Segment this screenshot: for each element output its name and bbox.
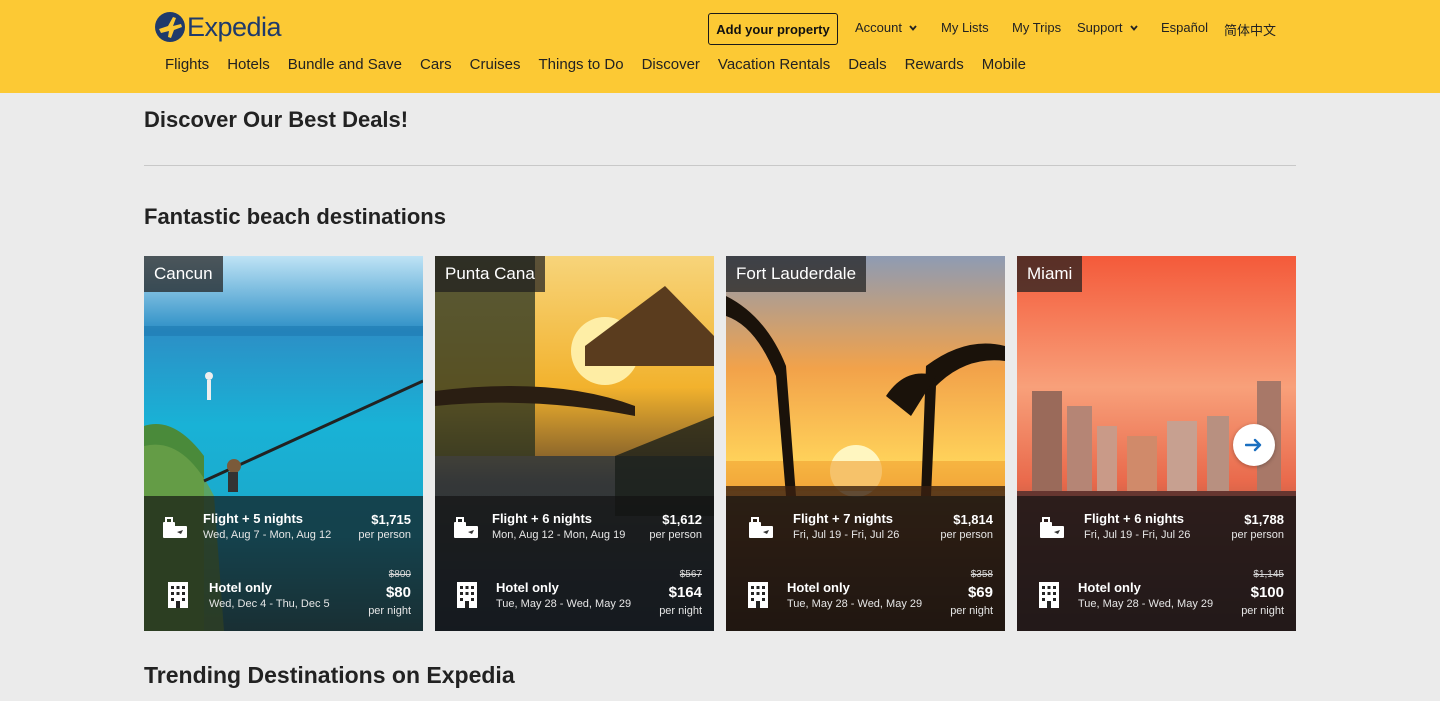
chinese-link[interactable]: 简体中文 bbox=[1224, 20, 1276, 39]
nav-hotels[interactable]: Hotels bbox=[227, 56, 270, 73]
plane-logo-icon bbox=[155, 12, 185, 42]
building-icon bbox=[1039, 582, 1059, 608]
package-price-unit: per person bbox=[358, 529, 411, 541]
nav-cars[interactable]: Cars bbox=[420, 56, 452, 73]
arrow-right-icon bbox=[1245, 438, 1262, 452]
nav-flights[interactable]: Flights bbox=[165, 56, 209, 73]
best-deals-heading: Discover Our Best Deals! bbox=[144, 107, 409, 132]
destination-card-punta-cana[interactable]: Punta Cana Flight + 6 nights Mon, Aug 12… bbox=[435, 256, 714, 631]
luggage-plane-icon bbox=[1040, 517, 1064, 538]
espanol-link[interactable]: Español bbox=[1161, 20, 1208, 35]
city-label: Cancun bbox=[144, 256, 223, 292]
account-label: Account bbox=[855, 20, 902, 35]
deal-overlay: Flight + 6 nights Fri, Jul 19 - Fri, Jul… bbox=[1017, 496, 1296, 631]
hotel-title: Hotel only bbox=[209, 580, 272, 595]
package-dates: Fri, Jul 19 - Fri, Jul 26 bbox=[1084, 529, 1191, 541]
city-label: Fort Lauderdale bbox=[726, 256, 867, 292]
package-title: Flight + 5 nights bbox=[203, 511, 304, 526]
hotel-price-unit: per night bbox=[1241, 605, 1284, 617]
package-price-unit: per person bbox=[649, 529, 702, 541]
hotel-deal-row[interactable]: Hotel only Tue, May 28 - Wed, May 29 $56… bbox=[435, 568, 714, 628]
nav-mobile[interactable]: Mobile bbox=[982, 56, 1026, 73]
hotel-price-unit: per night bbox=[368, 605, 411, 617]
hotel-dates: Wed, Dec 4 - Thu, Dec 5 bbox=[209, 598, 330, 610]
hotel-price: $69 bbox=[967, 584, 993, 601]
nav-discover[interactable]: Discover bbox=[642, 56, 700, 73]
destination-card-cancun[interactable]: Cancun Flight + 5 nights Wed, Aug 7 - Mo… bbox=[144, 256, 423, 631]
destination-card-fort-lauderdale[interactable]: Fort Lauderdale Flight + 7 nights Fri, J… bbox=[726, 256, 1005, 631]
chevron-down-icon bbox=[909, 24, 917, 31]
hotel-price-unit: per night bbox=[950, 605, 993, 617]
support-menu[interactable]: Support bbox=[1077, 20, 1138, 35]
hotel-price: $164 bbox=[668, 584, 702, 601]
hotel-dates: Tue, May 28 - Wed, May 29 bbox=[787, 598, 923, 610]
site-header: Expedia Add your property Account My Lis… bbox=[0, 0, 1440, 93]
hotel-deal-row[interactable]: Hotel only Tue, May 28 - Wed, May 29 $35… bbox=[726, 568, 1005, 628]
hotel-price-unit: per night bbox=[659, 605, 702, 617]
luggage-plane-icon bbox=[454, 517, 478, 538]
building-icon bbox=[748, 582, 768, 608]
package-dates: Fri, Jul 19 - Fri, Jul 26 bbox=[793, 529, 900, 541]
support-label: Support bbox=[1077, 20, 1123, 35]
hotel-deal-row[interactable]: Hotel only Tue, May 28 - Wed, May 29 $1,… bbox=[1017, 568, 1296, 628]
hotel-title: Hotel only bbox=[787, 580, 850, 595]
account-menu[interactable]: Account bbox=[855, 20, 917, 35]
hotel-price: $100 bbox=[1250, 584, 1284, 601]
nav-rewards[interactable]: Rewards bbox=[905, 56, 964, 73]
hotel-deal-row[interactable]: Hotel only Wed, Dec 4 - Thu, Dec 5 $800 … bbox=[144, 568, 423, 628]
my-lists-link[interactable]: My Lists bbox=[941, 20, 989, 35]
package-price-unit: per person bbox=[940, 529, 993, 541]
hotel-old-price: $567 bbox=[679, 569, 702, 580]
nav-cruises[interactable]: Cruises bbox=[470, 56, 521, 73]
package-price: $1,715 bbox=[371, 512, 411, 527]
nav-vacation-rentals[interactable]: Vacation Rentals bbox=[718, 56, 830, 73]
brand-name: Expedia bbox=[187, 12, 282, 42]
nav-deals[interactable]: Deals bbox=[848, 56, 886, 73]
package-dates: Wed, Aug 7 - Mon, Aug 12 bbox=[203, 529, 332, 541]
beach-destinations-heading: Fantastic beach destinations bbox=[144, 204, 446, 229]
main-nav: Flights Hotels Bundle and Save Cars Crui… bbox=[165, 56, 1044, 73]
package-price: $1,788 bbox=[1244, 512, 1284, 527]
add-property-button[interactable]: Add your property bbox=[708, 13, 838, 45]
package-deal-row[interactable]: Flight + 6 nights Fri, Jul 19 - Fri, Jul… bbox=[1017, 508, 1296, 558]
package-deal-row[interactable]: Flight + 6 nights Mon, Aug 12 - Mon, Aug… bbox=[435, 508, 714, 558]
deal-overlay: Flight + 7 nights Fri, Jul 19 - Fri, Jul… bbox=[726, 496, 1005, 631]
city-label: Punta Cana bbox=[435, 256, 545, 292]
package-dates: Mon, Aug 12 - Mon, Aug 19 bbox=[492, 529, 626, 541]
package-title: Flight + 6 nights bbox=[492, 511, 593, 526]
luggage-plane-icon bbox=[749, 517, 773, 538]
section-divider bbox=[144, 165, 1296, 166]
hotel-old-price: $1,145 bbox=[1253, 569, 1284, 580]
hotel-dates: Tue, May 28 - Wed, May 29 bbox=[496, 598, 632, 610]
hotel-old-price: $800 bbox=[388, 569, 411, 580]
my-trips-link[interactable]: My Trips bbox=[1012, 20, 1061, 35]
building-icon bbox=[168, 582, 188, 608]
hotel-price: $80 bbox=[385, 584, 411, 601]
building-icon bbox=[457, 582, 477, 608]
trending-destinations-heading: Trending Destinations on Expedia bbox=[144, 662, 515, 688]
package-title: Flight + 6 nights bbox=[1084, 511, 1185, 526]
package-title: Flight + 7 nights bbox=[793, 511, 894, 526]
carousel-next-button[interactable] bbox=[1233, 424, 1275, 466]
hotel-title: Hotel only bbox=[496, 580, 559, 595]
hotel-old-price: $358 bbox=[970, 569, 993, 580]
deal-overlay: Flight + 5 nights Wed, Aug 7 - Mon, Aug … bbox=[144, 496, 423, 631]
package-price: $1,814 bbox=[953, 512, 993, 527]
luggage-plane-icon bbox=[163, 517, 187, 538]
package-price: $1,612 bbox=[662, 512, 702, 527]
expedia-logo[interactable]: Expedia bbox=[155, 12, 282, 42]
package-deal-row[interactable]: Flight + 7 nights Fri, Jul 19 - Fri, Jul… bbox=[726, 508, 1005, 558]
deal-overlay: Flight + 6 nights Mon, Aug 12 - Mon, Aug… bbox=[435, 496, 714, 631]
hotel-title: Hotel only bbox=[1078, 580, 1141, 595]
package-deal-row[interactable]: Flight + 5 nights Wed, Aug 7 - Mon, Aug … bbox=[144, 508, 423, 558]
chevron-down-icon bbox=[1129, 24, 1138, 31]
package-price-unit: per person bbox=[1231, 529, 1284, 541]
city-label: Miami bbox=[1017, 256, 1083, 292]
hotel-dates: Tue, May 28 - Wed, May 29 bbox=[1078, 598, 1214, 610]
nav-bundle-and-save[interactable]: Bundle and Save bbox=[288, 56, 402, 73]
nav-things-to-do[interactable]: Things to Do bbox=[539, 56, 624, 73]
